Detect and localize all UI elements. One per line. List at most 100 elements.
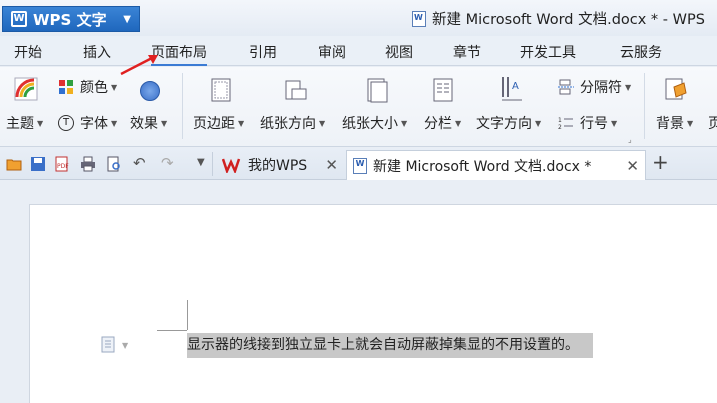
svg-text:PDF: PDF [57,163,69,170]
line-numbers-icon: 12 [558,117,573,131]
breaks-button[interactable]: 分隔符 ▼ [558,77,631,97]
margins-icon [211,78,231,102]
svg-text:A: A [512,81,519,92]
print-icon[interactable] [80,156,96,172]
effect-button[interactable]: 效果 ▼ [130,113,167,133]
effect-label: 效果 [130,116,158,132]
new-tab-button[interactable]: + [652,150,669,174]
wps-w-logo-icon [222,158,241,173]
background-label: 背景 [656,116,684,132]
tab-cloud-service[interactable]: 云服务 [620,42,662,62]
font-button[interactable]: T 字体 ▼ [58,113,117,133]
breaks-icon [558,79,574,95]
orientation-icon [285,80,307,100]
font-label: 字体 [80,116,108,132]
text-direction-label: 文字方向 [476,116,532,132]
word-doc-icon: W [353,157,367,174]
margins-button[interactable]: 页边距 ▼ [193,113,244,133]
page-border-button[interactable]: 页 [708,113,717,133]
window-title-text: 新建 Microsoft Word 文档.docx * - WPS [432,12,705,28]
margin-corner-mark [187,300,188,330]
svg-text:1: 1 [558,117,562,124]
tab-my-wps[interactable]: 我的WPS ✕ [218,150,344,180]
chevron-down-icon: ▼ [238,118,245,128]
print-preview-icon[interactable] [106,156,122,172]
word-doc-icon [412,10,426,27]
paper-size-icon [367,78,388,103]
background-button[interactable]: 背景 ▼ [656,113,693,133]
page-border-label: 页 [708,116,717,132]
ribbon-separator [644,73,645,139]
tab-section[interactable]: 章节 [453,42,481,62]
font-t-icon: T [58,115,74,131]
document-area [0,181,717,403]
color-label: 颜色 [80,80,108,96]
margin-corner-mark [157,330,187,331]
columns-icon [433,78,453,102]
tab-references[interactable]: 引用 [249,42,277,62]
background-icon [665,78,687,100]
color-palette-icon [59,80,73,94]
close-tab-icon[interactable]: ✕ [626,157,639,175]
text-direction-button[interactable]: 文字方向 ▼ [476,113,541,133]
tab-review[interactable]: 审阅 [318,42,346,62]
annotation-arrow-icon [120,55,158,76]
redo-icon[interactable]: ↷ [161,154,174,172]
paper-size-label: 纸张大小 [342,116,398,132]
open-folder-icon[interactable] [6,156,22,172]
line-numbers-label: 行号 [580,116,608,132]
columns-button[interactable]: 分栏 ▼ [424,113,461,133]
ribbon-separator [182,73,183,139]
color-button[interactable]: 颜色 ▼ [58,77,117,97]
paragraph-layout-button[interactable]: ▼ [100,336,128,354]
chevron-down-icon: ▼ [122,340,129,350]
tab-current-document[interactable]: W 新建 Microsoft Word 文档.docx * ✕ [346,150,646,180]
line-numbers-button[interactable]: 12 行号 ▼ [558,113,617,133]
theme-label: 主题 [6,116,34,132]
tab-my-wps-label: 我的WPS [248,158,308,174]
orientation-label: 纸张方向 [260,116,316,132]
title-bar: W WPS 文字 ▼ 新建 Microsoft Word 文档.docx * -… [0,0,717,36]
tab-view[interactable]: 视图 [385,42,413,62]
text-direction-icon: A [502,77,522,101]
chevron-down-icon: ▼ [161,118,168,128]
tab-insert[interactable]: 插入 [83,42,111,62]
chevron-down-icon: ▼ [687,118,694,128]
wps-logo-icon: W [11,11,27,27]
chevron-down-icon: ▼ [611,118,618,128]
effect-preview-icon [140,81,160,101]
wps-app-menu-button[interactable]: W WPS 文字 ▼ [2,6,140,32]
chevron-down-icon: ▼ [535,118,542,128]
chevron-down-icon: ▼ [37,118,44,128]
orientation-button[interactable]: 纸张方向 ▼ [260,113,325,133]
tab-developer-tools[interactable]: 开发工具 [520,42,576,62]
columns-label: 分栏 [424,116,452,132]
paragraph-icon [101,336,115,353]
tab-current-document-label: 新建 Microsoft Word 文档.docx * [373,158,592,175]
document-page[interactable] [29,204,717,403]
export-pdf-icon[interactable]: PDF [54,156,70,172]
tab-home[interactable]: 开始 [14,42,42,62]
chevron-down-icon: ▼ [319,118,326,128]
chevron-down-icon: ▼ [455,118,462,128]
paper-size-button[interactable]: 纸张大小 ▼ [342,113,407,133]
selected-text[interactable]: 显示器的线接到独立显卡上就会自动屏蔽掉集显的不用设置的。 [187,333,593,358]
app-name: WPS 文字 [33,10,107,29]
breaks-label: 分隔符 [580,80,622,96]
theme-icon [14,77,38,101]
theme-button[interactable]: 主题 ▼ [6,113,43,133]
window-title: 新建 Microsoft Word 文档.docx * - WPS [412,8,705,29]
undo-icon[interactable]: ↶ [133,154,146,172]
close-tab-icon[interactable]: ✕ [325,156,338,174]
chevron-down-icon: ▼ [111,118,118,128]
svg-text:2: 2 [558,124,562,131]
chevron-down-icon: ▼ [401,118,408,128]
chevron-down-icon: ▼ [111,82,118,92]
dialog-launcher-icon[interactable]: ⌟ [628,135,632,144]
document-tab-bar: PDF ↶ ↷ ▼ 我的WPS ✕ W 新建 Microsoft Word 文档… [0,148,717,180]
chevron-down-icon: ▼ [625,82,632,92]
save-icon[interactable] [30,156,46,172]
chevron-down-icon: ▼ [123,13,131,25]
tab-separator [212,152,213,176]
customize-toolbar-icon[interactable]: ▼ [197,157,205,168]
